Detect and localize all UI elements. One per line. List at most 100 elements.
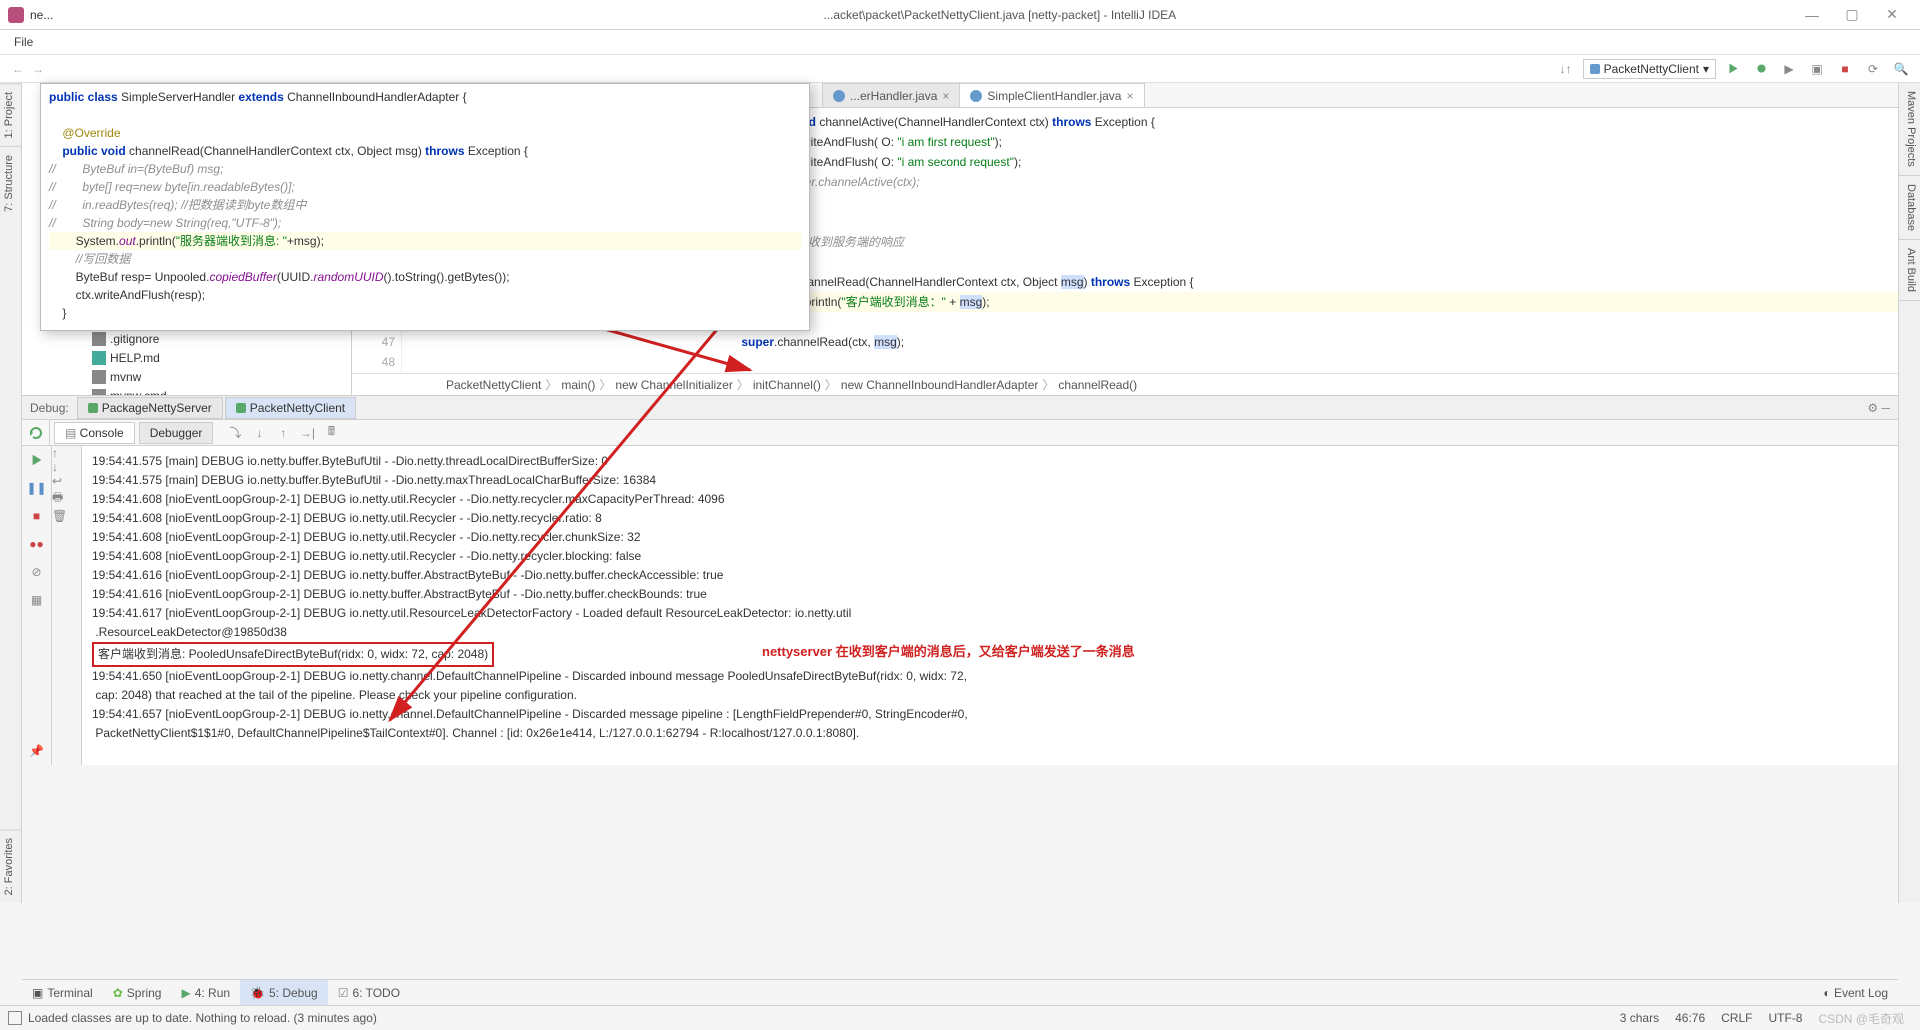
tab-project[interactable]: 1: Project	[0, 83, 21, 146]
crumb-item[interactable]: PacketNettyClient	[446, 378, 541, 392]
update-button[interactable]: ⟳	[1862, 58, 1884, 80]
nav-fwd-icon[interactable]: →	[28, 62, 48, 76]
console-line: 19:54:41.575 [main] DEBUG io.netty.buffe…	[92, 471, 1888, 490]
tab-todo[interactable]: ☑6: TODO	[328, 980, 410, 1005]
step-into-icon[interactable]: ↓	[247, 421, 271, 445]
wrap-icon[interactable]: ↩	[52, 474, 81, 488]
status-encoding[interactable]: UTF-8	[1760, 1011, 1810, 1025]
tree-label: mvnw	[110, 370, 141, 384]
tree-item-mvnwcmd[interactable]: mvnw.cmd	[22, 386, 351, 395]
gutter-line: 48	[352, 352, 395, 372]
pause-button[interactable]: ❚❚	[22, 474, 51, 502]
menu-file[interactable]: File	[8, 35, 39, 49]
event-log-button[interactable]: ◐ Event Log	[1813, 986, 1898, 1000]
tab-spring[interactable]: ✿Spring	[103, 980, 172, 1005]
tab-label: ...erHandler.java	[850, 89, 937, 103]
tree-item-help[interactable]: HELP.md	[22, 348, 351, 367]
console-line: 19:54:41.608 [nioEventLoopGroup-2-1] DEB…	[92, 528, 1888, 547]
status-box-icon[interactable]	[8, 1011, 22, 1025]
left-sidebar: 1: Project 7: Structure 2: Favorites	[0, 83, 22, 903]
rerun-icon[interactable]	[29, 426, 43, 440]
crumb-item[interactable]: main()	[561, 378, 595, 392]
debug-header: Debug: PackageNettyServer PacketNettyCli…	[22, 396, 1898, 420]
print-icon[interactable]: 🖶	[52, 488, 81, 509]
console-toolbar: ↑ ↓ ↩ 🖶 🗑	[52, 446, 82, 765]
code-popup: public class SimpleServerHandler extends…	[40, 83, 810, 331]
view-breakpoints-button[interactable]: ●●	[22, 530, 51, 558]
console-line: 19:54:41.608 [nioEventLoopGroup-2-1] DEB…	[92, 490, 1888, 509]
console-line: cap: 2048) that reached at the tail of t…	[92, 686, 1888, 705]
run-button[interactable]	[1722, 58, 1744, 80]
console-tab[interactable]: ▤ Console	[54, 422, 135, 444]
tab-database[interactable]: Database	[1899, 176, 1920, 240]
step-out-icon[interactable]: ↑	[271, 421, 295, 445]
tab-run[interactable]: ▶4: Run	[171, 980, 240, 1005]
console-line: PacketNettyClient$1$1#0, DefaultChannelP…	[92, 724, 1888, 743]
crumb-item[interactable]: new ChannelInboundHandlerAdapter	[841, 378, 1038, 392]
crumb-item[interactable]: channelRead()	[1058, 378, 1137, 392]
evaluate-icon[interactable]: 🖩	[319, 421, 343, 445]
editor-tab-1[interactable]: ...erHandler.java ×	[822, 83, 960, 107]
tab-debug[interactable]: 🐞5: Debug	[240, 980, 328, 1005]
tree-item-mvnw[interactable]: mvnw	[22, 367, 351, 386]
close-icon[interactable]: ×	[1126, 89, 1133, 103]
statusbar: Loaded classes are up to date. Nothing t…	[0, 1005, 1920, 1030]
tab-label: SimpleClientHandler.java	[987, 89, 1121, 103]
chevron-down-icon: ▾	[1703, 62, 1709, 76]
tab-favorites[interactable]: 2: Favorites	[0, 829, 21, 903]
status-position[interactable]: 46:76	[1667, 1011, 1713, 1025]
gear-icon[interactable]: ⚙ ─	[1859, 401, 1898, 415]
resume-button[interactable]	[22, 446, 51, 474]
step-over-icon[interactable]: ⤵	[223, 421, 247, 445]
tab-terminal[interactable]: ▣Terminal	[22, 980, 103, 1005]
run-config-combo[interactable]: PacketNettyClient ▾	[1583, 59, 1716, 79]
debug-tab-server[interactable]: PackageNettyServer	[77, 397, 223, 419]
run-to-cursor-icon[interactable]: →|	[295, 421, 319, 445]
sync-icon[interactable]: ↓↑	[1555, 58, 1577, 80]
file-icon	[92, 332, 106, 346]
console-line: 19:54:41.608 [nioEventLoopGroup-2-1] DEB…	[92, 547, 1888, 566]
debug-panel: Debug: PackageNettyServer PacketNettyCli…	[22, 395, 1898, 765]
minimize-button[interactable]: —	[1792, 7, 1832, 23]
layout-button[interactable]: ▦	[22, 586, 51, 614]
run-icon	[236, 403, 246, 413]
tree-item-gitignore[interactable]: .gitignore	[22, 329, 351, 348]
pin-button[interactable]: 📌	[22, 737, 51, 765]
crumb-item[interactable]: new ChannelInitializer	[615, 378, 732, 392]
right-sidebar: Maven Projects Database Ant Build	[1898, 83, 1920, 903]
run-icon	[88, 403, 98, 413]
coverage-button[interactable]: ▶	[1778, 58, 1800, 80]
breadcrumb: PacketNettyClient〉 main()〉 new ChannelIn…	[352, 373, 1898, 395]
tab-ant[interactable]: Ant Build	[1899, 240, 1920, 301]
debugger-tab[interactable]: Debugger	[139, 422, 214, 444]
scroll-up-icon[interactable]: ↑	[52, 446, 81, 460]
status-crlf[interactable]: CRLF	[1713, 1011, 1760, 1025]
md-icon	[92, 351, 106, 365]
scroll-down-icon[interactable]: ↓	[52, 460, 81, 474]
search-icon[interactable]: 🔍	[1890, 58, 1912, 80]
tab-maven[interactable]: Maven Projects	[1899, 83, 1920, 176]
console-line: 19:54:41.616 [nioEventLoopGroup-2-1] DEB…	[92, 566, 1888, 585]
stop-button[interactable]: ■	[1834, 58, 1856, 80]
debug-button[interactable]	[1750, 58, 1772, 80]
mute-breakpoints-button[interactable]: ⊘	[22, 558, 51, 586]
tab-structure[interactable]: 7: Structure	[0, 146, 21, 220]
status-message: Loaded classes are up to date. Nothing t…	[28, 1011, 377, 1025]
close-icon[interactable]: ×	[942, 89, 949, 103]
clear-icon[interactable]: 🗑	[52, 509, 81, 523]
stop-button[interactable]: ■	[22, 502, 51, 530]
profile-button[interactable]: ▣	[1806, 58, 1828, 80]
maximize-button[interactable]: ▢	[1832, 6, 1872, 23]
java-icon	[833, 90, 845, 102]
console-line: 19:54:41.617 [nioEventLoopGroup-2-1] DEB…	[92, 604, 1888, 623]
menubar: File	[0, 30, 1920, 55]
crumb-item[interactable]: initChannel()	[753, 378, 821, 392]
java-icon	[970, 90, 982, 102]
close-button[interactable]: ✕	[1872, 6, 1912, 23]
run-config-label: PacketNettyClient	[1604, 62, 1699, 76]
app-icon	[8, 7, 24, 23]
nav-back-icon[interactable]: ←	[8, 62, 28, 76]
debug-tab-client[interactable]: PacketNettyClient	[225, 397, 356, 419]
editor-tab-2[interactable]: SimpleClientHandler.java ×	[959, 83, 1144, 107]
console-output[interactable]: 19:54:41.575 [main] DEBUG io.netty.buffe…	[82, 446, 1898, 765]
